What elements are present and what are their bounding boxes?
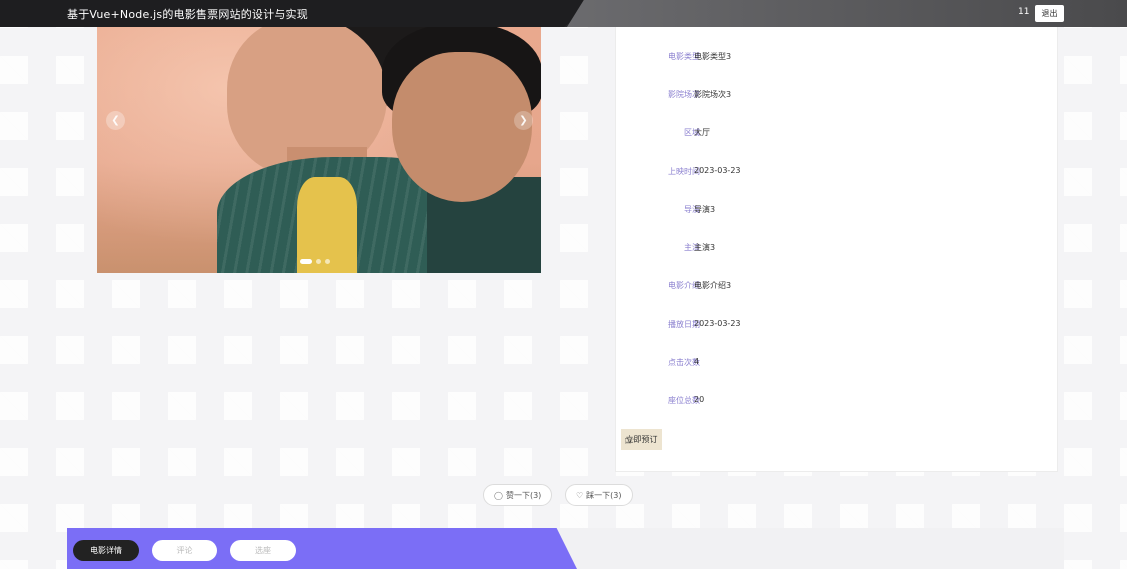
dislike-button[interactable]: ♡ 踩一下(3) [565,484,633,506]
site-title: 基于Vue+Node.js的电影售票网站的设计与实现 [67,8,308,21]
username: 11 [1018,7,1030,17]
carousel-indicators [300,259,330,264]
detail-row: 区域 大厅 [616,124,1057,140]
tab-movie-details[interactable]: 电影详情 [73,540,139,561]
mouse-pointer-icon: ☞ [624,434,635,448]
thumbs-up-icon: ◯ [494,490,503,500]
tab-comments[interactable]: 评论 [152,540,217,561]
detail-row: 电影类型 电影类型3 [616,48,1057,64]
detail-value: 大厅 [694,128,710,137]
detail-value: 主演3 [694,243,716,252]
thumbs-down-icon: ♡ [576,490,584,500]
carousel-dot[interactable] [316,259,321,264]
poster-figure [392,52,532,202]
detail-row: 播放日期 2023-03-23 [616,316,1057,332]
logout-button[interactable]: 退出 [1035,5,1064,22]
detail-row: 点击次数 4 [616,354,1057,370]
detail-row: 座位总数 20 [616,392,1057,408]
carousel-dot[interactable] [325,259,330,264]
movie-details-panel: 电影类型 电影类型3 影院场次 影院场次3 区域 大厅 上映时间 2023-03… [615,27,1058,472]
detail-row: 电影介绍 电影介绍3 [616,277,1057,293]
detail-row: 上映时间 2023-03-23 [616,163,1057,179]
tabs-accent-background [67,528,577,569]
detail-row: 主演 主演3 [616,239,1057,255]
like-button[interactable]: ◯ 赞一下(3) [483,484,553,506]
dislike-label: 踩一下(3) [586,490,622,500]
detail-row: 导演 导演3 [616,201,1057,217]
content-tabs: 电影详情 评论 选座 [67,528,1064,569]
movie-poster-carousel[interactable] [97,27,541,273]
detail-value: 影院场次3 [694,90,732,99]
like-label: 赞一下(3) [505,490,542,500]
detail-row: 影院场次 影院场次3 [616,86,1057,102]
carousel-dot[interactable] [300,259,312,264]
detail-value: 电影介绍3 [694,281,732,290]
detail-value: 4 [694,357,700,366]
chevron-right-icon[interactable]: ❯ [514,111,533,130]
tab-seat-selection[interactable]: 选座 [230,540,296,561]
chevron-left-icon[interactable]: ❮ [106,111,125,130]
detail-value: 2023-03-23 [694,319,741,328]
detail-value: 2023-03-23 [694,166,741,175]
detail-value: 导演3 [694,205,716,214]
top-bar: 基于Vue+Node.js的电影售票网站的设计与实现 11 退出 [0,0,1127,27]
detail-value: 20 [694,395,705,404]
detail-value: 电影类型3 [694,52,732,61]
